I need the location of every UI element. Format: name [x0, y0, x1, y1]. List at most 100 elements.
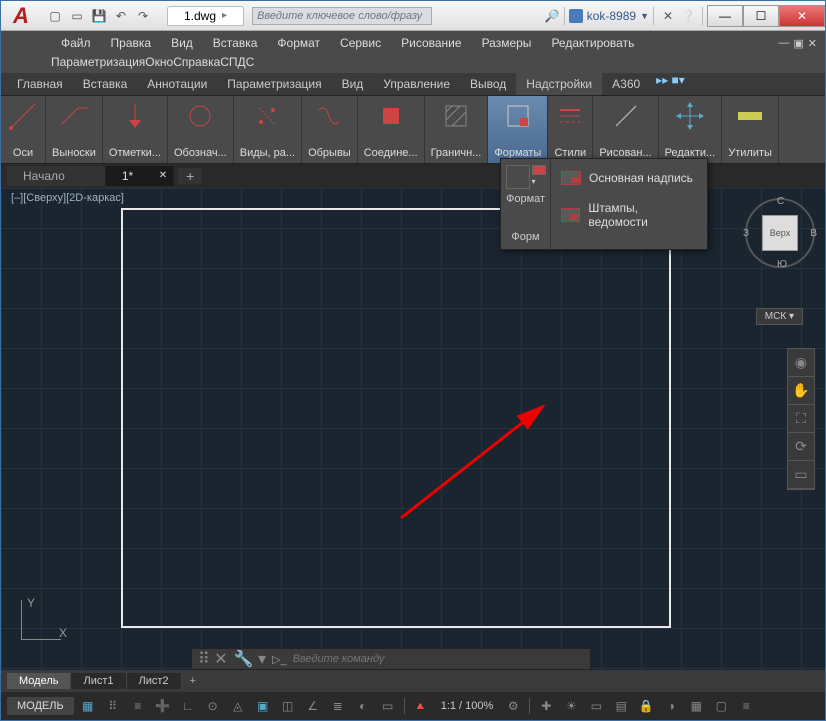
customize-icon[interactable]: ≡ — [735, 695, 757, 717]
ribbon-tab-home[interactable]: Главная — [7, 73, 73, 95]
cleanscreen-icon[interactable]: ▢ — [710, 695, 732, 717]
otrack-icon[interactable]: ∠ — [302, 695, 324, 717]
orbit-icon[interactable]: ⟳ — [788, 433, 814, 461]
grid-toggle-icon[interactable]: ▦ — [77, 695, 99, 717]
menu-format[interactable]: Формат — [267, 33, 330, 53]
menu-draw[interactable]: Рисование — [391, 33, 471, 53]
panel-designations[interactable]: Обознач... — [168, 96, 234, 163]
close-tab-icon[interactable]: ✕ — [159, 170, 167, 181]
cmdline-handle-icon[interactable]: ⠿ ✕ — [198, 649, 228, 669]
scale-display[interactable]: 1:1 / 100% — [435, 700, 500, 712]
transparency-icon[interactable]: ◐ — [352, 695, 374, 717]
drawing-canvas[interactable]: [–][Сверху][2D-каркас] С Ю В З Верх МСК … — [1, 188, 825, 670]
mdi-close-icon[interactable]: ✕ — [808, 37, 817, 50]
command-line[interactable]: ⠿ ✕ 🔧 ▾ ▷_ — [191, 648, 591, 670]
pan-icon[interactable]: ✋ — [788, 377, 814, 405]
gear-icon[interactable]: ⚙ — [502, 695, 524, 717]
layout-tab-sheet2[interactable]: Лист2 — [127, 673, 182, 689]
menu-edit[interactable]: Правка — [101, 33, 162, 53]
ribbon-tab-output[interactable]: Вывод — [460, 73, 516, 95]
chevron-down-icon[interactable]: ▾ — [532, 177, 540, 185]
annoscale-icon[interactable]: 🔺 — [410, 695, 432, 717]
menu-dimension[interactable]: Размеры — [472, 33, 542, 53]
menu-file[interactable]: Файл — [51, 33, 101, 53]
zoom-extents-icon[interactable]: ⛶ — [788, 405, 814, 433]
3dosnap-icon[interactable]: ◫ — [277, 695, 299, 717]
menu-insert[interactable]: Вставка — [203, 33, 268, 53]
ribbon-tab-a360[interactable]: A360 — [602, 73, 650, 95]
steering-wheel-icon[interactable]: ◉ — [788, 349, 814, 377]
app-logo[interactable]: A — [1, 1, 41, 31]
command-input[interactable] — [293, 653, 584, 665]
layout-tab-model[interactable]: Модель — [7, 673, 71, 689]
panel-edit[interactable]: Редакти... — [659, 96, 723, 163]
viewport-controls[interactable]: [–][Сверху][2D-каркас] — [11, 192, 124, 204]
ribbon-tab-parametric[interactable]: Параметризация — [217, 73, 331, 95]
cmdline-config-icon[interactable]: 🔧 ▾ — [234, 649, 266, 669]
polar-icon[interactable]: ⊙ — [202, 695, 224, 717]
infer-icon[interactable]: ≡ — [127, 695, 149, 717]
binoculars-icon[interactable]: 🔎 — [545, 9, 560, 23]
workspace-icon[interactable]: ✚ — [535, 695, 557, 717]
lock-ui-icon[interactable]: 🔒 — [635, 695, 657, 717]
ribbon-tab-manage[interactable]: Управление — [373, 73, 460, 95]
redo-icon[interactable]: ↷ — [133, 6, 153, 26]
document-title[interactable]: 1.dwg — [167, 6, 244, 26]
snap-toggle-icon[interactable]: ⠿ — [102, 695, 124, 717]
osnap-icon[interactable]: ▣ — [252, 695, 274, 717]
isoplane-icon[interactable]: ◬ — [227, 695, 249, 717]
mdi-restore-icon[interactable]: ▣ — [793, 37, 803, 50]
dropdown-item-stamps[interactable]: Штампы, ведомости — [551, 193, 707, 237]
panel-breaks[interactable]: Обрывы — [302, 96, 358, 163]
ortho-icon[interactable]: ∟ — [177, 695, 199, 717]
ribbon-tab-addins[interactable]: Надстройки — [516, 73, 602, 95]
format-small-icon[interactable] — [532, 165, 546, 175]
mdi-min-icon[interactable]: — — [778, 37, 789, 50]
viewcube-face[interactable]: Верх — [762, 215, 798, 251]
panel-views[interactable]: Виды, ра... — [234, 96, 302, 163]
minimize-button[interactable]: — — [707, 5, 743, 27]
menu-tools[interactable]: Сервис — [330, 33, 391, 53]
exchange-icon[interactable]: ✕ — [658, 6, 678, 26]
doc-tab-drawing[interactable]: 1*✕ — [106, 166, 174, 186]
ribbon-tab-view[interactable]: Вид — [332, 73, 374, 95]
menu-spds[interactable]: СПДС — [220, 55, 254, 69]
menu-help[interactable]: Справка — [173, 55, 220, 69]
menu-modify[interactable]: Редактировать — [541, 33, 644, 53]
status-model-button[interactable]: МОДЕЛЬ — [7, 697, 74, 715]
menu-parametric[interactable]: Параметризация — [51, 55, 145, 69]
add-tab-button[interactable]: + — [178, 168, 202, 184]
panel-leaders[interactable]: Выноски — [46, 96, 103, 163]
panel-axes[interactable]: Оси — [1, 96, 46, 163]
doc-tab-start[interactable]: Начало — [7, 166, 106, 186]
units-icon[interactable]: ▭ — [585, 695, 607, 717]
viewcube[interactable]: С Ю В З Верх — [745, 198, 815, 268]
ribbon-extra-icon[interactable]: ▸▸ ■▾ — [656, 73, 685, 95]
format-large-icon[interactable] — [506, 165, 530, 189]
panel-connections[interactable]: Соедине... — [358, 96, 425, 163]
user-menu[interactable]: kok-8989 ▼ — [569, 9, 649, 23]
search-input[interactable] — [252, 7, 432, 25]
coord-system-badge[interactable]: МСК ▾ — [756, 308, 803, 325]
ribbon-tab-insert[interactable]: Вставка — [73, 73, 138, 95]
ribbon-tab-annotate[interactable]: Аннотации — [137, 73, 217, 95]
layout-tab-sheet1[interactable]: Лист1 — [71, 673, 126, 689]
undo-icon[interactable]: ↶ — [111, 6, 131, 26]
annomonitor-icon[interactable]: ☀ — [560, 695, 582, 717]
panel-utilities[interactable]: Утилиты — [722, 96, 779, 163]
close-button[interactable]: ✕ — [779, 5, 825, 27]
save-icon[interactable]: 💾 — [89, 6, 109, 26]
panel-draw[interactable]: Рисован... — [593, 96, 658, 163]
open-icon[interactable]: ▭ — [67, 6, 87, 26]
lineweight-icon[interactable]: ≣ — [327, 695, 349, 717]
cycling-icon[interactable]: ▭ — [377, 695, 399, 717]
quickprops-icon[interactable]: ▤ — [610, 695, 632, 717]
help-icon[interactable]: ❔ — [678, 6, 698, 26]
menu-window[interactable]: Окно — [145, 55, 173, 69]
dynamic-input-icon[interactable]: ➕ — [152, 695, 174, 717]
isolate-icon[interactable]: ◑ — [660, 695, 682, 717]
maximize-button[interactable]: ☐ — [743, 5, 779, 27]
panel-marks[interactable]: Отметки... — [103, 96, 168, 163]
new-icon[interactable]: ▢ — [45, 6, 65, 26]
panel-styles[interactable]: Стили — [548, 96, 593, 163]
